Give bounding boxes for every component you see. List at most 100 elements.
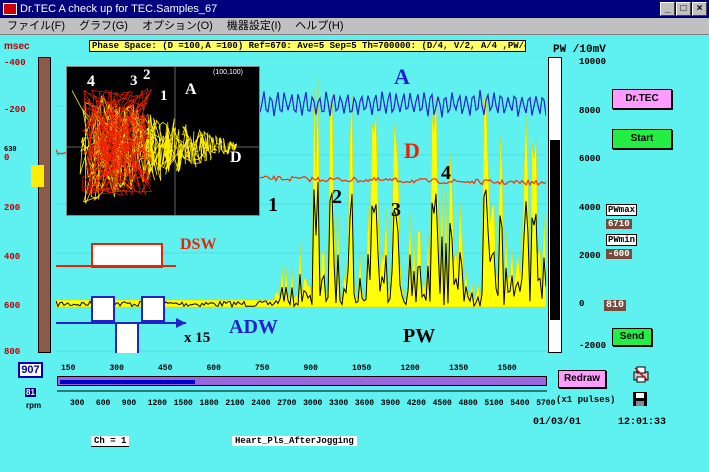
menu-bar: ファイル(F) グラフ(G) オプション(O) 機器設定(I) ヘルプ(H)	[0, 18, 709, 35]
pwmax-label: PWmax	[606, 204, 638, 216]
time-display: 12:01:33	[618, 417, 667, 428]
adw-arrow	[176, 318, 186, 328]
x-tick-bottom: 1200	[147, 399, 167, 408]
phase-space-inset: (100,100) 4 3 2 1 A D	[66, 66, 260, 216]
pulses-label: (x1 pulses)	[556, 395, 616, 405]
maximize-button[interactable]: □	[676, 2, 691, 16]
title-bar: Dr.TEC A check up for TEC.Samples_67 _ □…	[0, 0, 709, 18]
inset-label-4: 4	[87, 73, 95, 90]
print-icon[interactable]	[632, 365, 650, 383]
x-tick-bottom: 300	[70, 399, 85, 408]
x-tick-bottom: 4200	[406, 399, 426, 408]
x-tick-bottom: 3600	[354, 399, 375, 408]
label-DSW: DSW	[180, 236, 217, 253]
label-1: 1	[268, 194, 278, 216]
counter-display: 907	[18, 362, 43, 378]
label-ADW: ADW	[229, 316, 278, 338]
x-tick-bottom: 2400	[251, 399, 271, 408]
minimize-button[interactable]: _	[660, 2, 675, 16]
x-tick-top: 600	[206, 364, 221, 373]
right-axis-unit: PW /10mV	[553, 44, 606, 56]
save-disk-icon[interactable]	[632, 391, 648, 407]
phase-space-info: Phase Space: (D =100,A =100) Ref=670: Av…	[89, 40, 526, 52]
left-tick: -400	[4, 58, 26, 68]
x-tick-top: 1050	[352, 364, 372, 373]
pwmin-value: -600	[606, 249, 632, 259]
x-tick-top: 300	[109, 364, 124, 373]
right-tick: 2000	[579, 251, 601, 261]
menu-help[interactable]: ヘルプ(H)	[288, 18, 350, 34]
left-tick: -200	[4, 105, 26, 115]
x-tick-bottom: 4500	[432, 399, 452, 408]
date-display: 01/03/01	[533, 417, 582, 428]
label-PW: PW	[403, 325, 436, 347]
label-A: A	[394, 64, 410, 89]
label-D: D	[404, 138, 420, 163]
inset-label-D: D	[230, 149, 242, 166]
x-tick-bottom: 5100	[484, 399, 504, 408]
adw-box-1	[91, 296, 115, 322]
close-button[interactable]: ×	[692, 2, 707, 16]
left-tick: 600	[4, 301, 21, 311]
inset-label-3: 3	[130, 73, 138, 89]
right-tick: 0	[579, 299, 585, 309]
menu-device-settings[interactable]: 機器設定(I)	[220, 18, 288, 34]
inset-coords: (100,100)	[213, 69, 243, 76]
label-3: 3	[391, 199, 401, 221]
right-tick: 10000	[579, 57, 607, 67]
x-tick-top: 1500	[497, 364, 517, 373]
adw-box-3	[141, 296, 165, 322]
left-level-bar	[31, 57, 51, 353]
x-tick-bottom: 1800	[199, 399, 219, 408]
x-tick-top: 1350	[449, 364, 469, 373]
right-tick: 4000	[579, 203, 601, 213]
a-trace	[255, 90, 546, 118]
x-tick-top: 1200	[400, 364, 420, 373]
left-tick: 0	[4, 153, 10, 163]
left-axis-unit: msec	[4, 41, 30, 52]
start-button[interactable]: Start	[612, 129, 672, 149]
time-scrollbar[interactable]	[57, 376, 547, 386]
dsw-box	[91, 243, 163, 268]
left-level-marker	[31, 165, 44, 187]
x-tick-bottom: 2100	[225, 399, 245, 408]
x-tick-bottom: 5700	[536, 399, 556, 408]
x-tick-bottom: 4800	[458, 399, 478, 408]
drtec-button[interactable]: Dr.TEC	[612, 89, 672, 109]
inset-label-A: A	[185, 81, 197, 98]
redraw-button[interactable]: Redraw	[558, 370, 606, 388]
channel-indicator: Ch = 1	[91, 436, 130, 447]
x-tick-bottom: 3900	[380, 399, 400, 408]
left-tick: 800	[4, 347, 21, 357]
x-tick-top: 450	[158, 364, 173, 373]
label-2: 2	[332, 186, 342, 208]
right-tick: 8000	[579, 106, 601, 116]
right-tick: -2000	[579, 341, 607, 351]
x-tick-bottom: 900	[121, 399, 137, 408]
inset-label-1: 1	[160, 88, 168, 104]
inset-label-2: 2	[143, 67, 151, 83]
menu-file[interactable]: ファイル(F)	[0, 18, 72, 34]
label-4: 4	[441, 162, 451, 184]
rpm-value: 81	[25, 388, 36, 397]
label-x15: x 15	[184, 330, 211, 346]
x-tick-bottom: 5400	[510, 399, 530, 408]
menu-graph[interactable]: グラフ(G)	[72, 18, 135, 34]
menu-options[interactable]: オプション(O)	[135, 18, 220, 34]
pwmax-value: 6710	[606, 219, 632, 229]
x-tick-bottom: 2700	[277, 399, 297, 408]
right-level-fill	[550, 140, 560, 320]
window-title: Dr.TEC A check up for TEC.Samples_67	[20, 3, 218, 15]
x-tick-bottom: 3300	[329, 399, 349, 408]
x-tick-top: 900	[303, 364, 318, 373]
pw-current-value: 810	[604, 300, 627, 311]
right-level-bar	[548, 57, 562, 353]
app-icon	[3, 3, 17, 15]
x-tick-top: 150	[61, 364, 76, 373]
x-tick-bottom: 600	[95, 399, 111, 408]
pwmin-label: PWmin	[606, 234, 638, 246]
scrollbar-thumb[interactable]	[60, 380, 195, 384]
send-button[interactable]: Send	[612, 328, 652, 346]
x-tick-bottom: 1500	[173, 399, 193, 408]
rpm-label: rpm	[26, 401, 42, 410]
